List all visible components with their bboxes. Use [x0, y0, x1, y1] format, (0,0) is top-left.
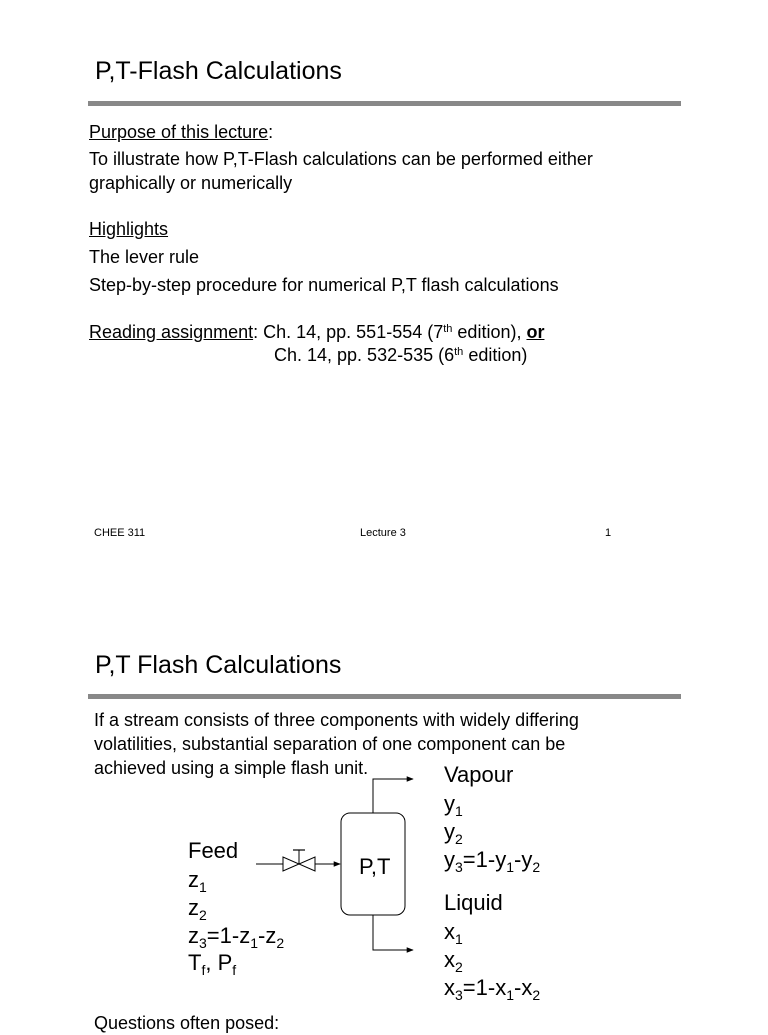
var: y — [495, 847, 507, 872]
subscript: f — [232, 962, 237, 978]
vapour-y1: y1 — [444, 791, 463, 819]
subscript: 1 — [199, 879, 207, 895]
liquid-heading: Liquid — [444, 890, 503, 915]
subscript: 2 — [276, 935, 285, 951]
subscript: 2 — [532, 859, 541, 875]
subscript: 3 — [455, 859, 463, 875]
feed-z1: z1 — [188, 867, 207, 895]
op: =1- — [206, 923, 240, 948]
liquid-x3: x3=1-x1-x2 — [444, 975, 541, 1003]
feed-z3: z3=1-z1-z2 — [188, 923, 285, 951]
var: z — [188, 923, 199, 948]
subscript: 1 — [506, 987, 515, 1003]
var: y — [444, 819, 455, 844]
feed-z2: z2 — [188, 895, 207, 923]
var: y — [521, 847, 533, 872]
liquid-x2: x2 — [444, 947, 463, 975]
subscript: 1 — [250, 935, 259, 951]
var: x — [521, 975, 533, 1000]
var: P — [217, 950, 233, 975]
subscript: 3 — [199, 935, 207, 951]
var: y — [444, 791, 455, 816]
subscript: 1 — [455, 931, 463, 947]
op: , — [205, 950, 218, 975]
subscript: 3 — [455, 987, 463, 1003]
var: y — [444, 847, 455, 872]
subscript: 2 — [199, 907, 207, 923]
subscript: 2 — [455, 959, 463, 975]
op: =1- — [462, 847, 496, 872]
var: z — [188, 895, 199, 920]
subscript: 1 — [506, 859, 515, 875]
vapour-heading: Vapour — [444, 762, 514, 787]
vapour-outlet-arrow — [372, 776, 414, 813]
vessel-label: P,T — [359, 854, 391, 879]
var: z — [188, 867, 199, 892]
var: z — [265, 923, 277, 948]
var: T — [188, 950, 202, 975]
liquid-outlet-arrow — [372, 915, 414, 953]
vapour-y2: y2 — [444, 819, 463, 847]
var: x — [444, 975, 455, 1000]
feed-tp: Tf, Pf — [188, 950, 237, 978]
var: z — [239, 923, 251, 948]
valve-icon — [282, 849, 316, 872]
feed-heading: Feed — [188, 838, 239, 863]
var: x — [444, 947, 455, 972]
var: x — [444, 919, 455, 944]
liquid-x1: x1 — [444, 919, 463, 947]
subscript: 2 — [455, 831, 463, 847]
var: x — [495, 975, 507, 1000]
questions-heading: Questions often posed: — [94, 1013, 280, 1033]
op: =1- — [462, 975, 496, 1000]
vapour-y3: y3=1-y1-y2 — [444, 847, 541, 875]
subscript: 2 — [532, 987, 541, 1003]
subscript: 1 — [455, 803, 463, 819]
